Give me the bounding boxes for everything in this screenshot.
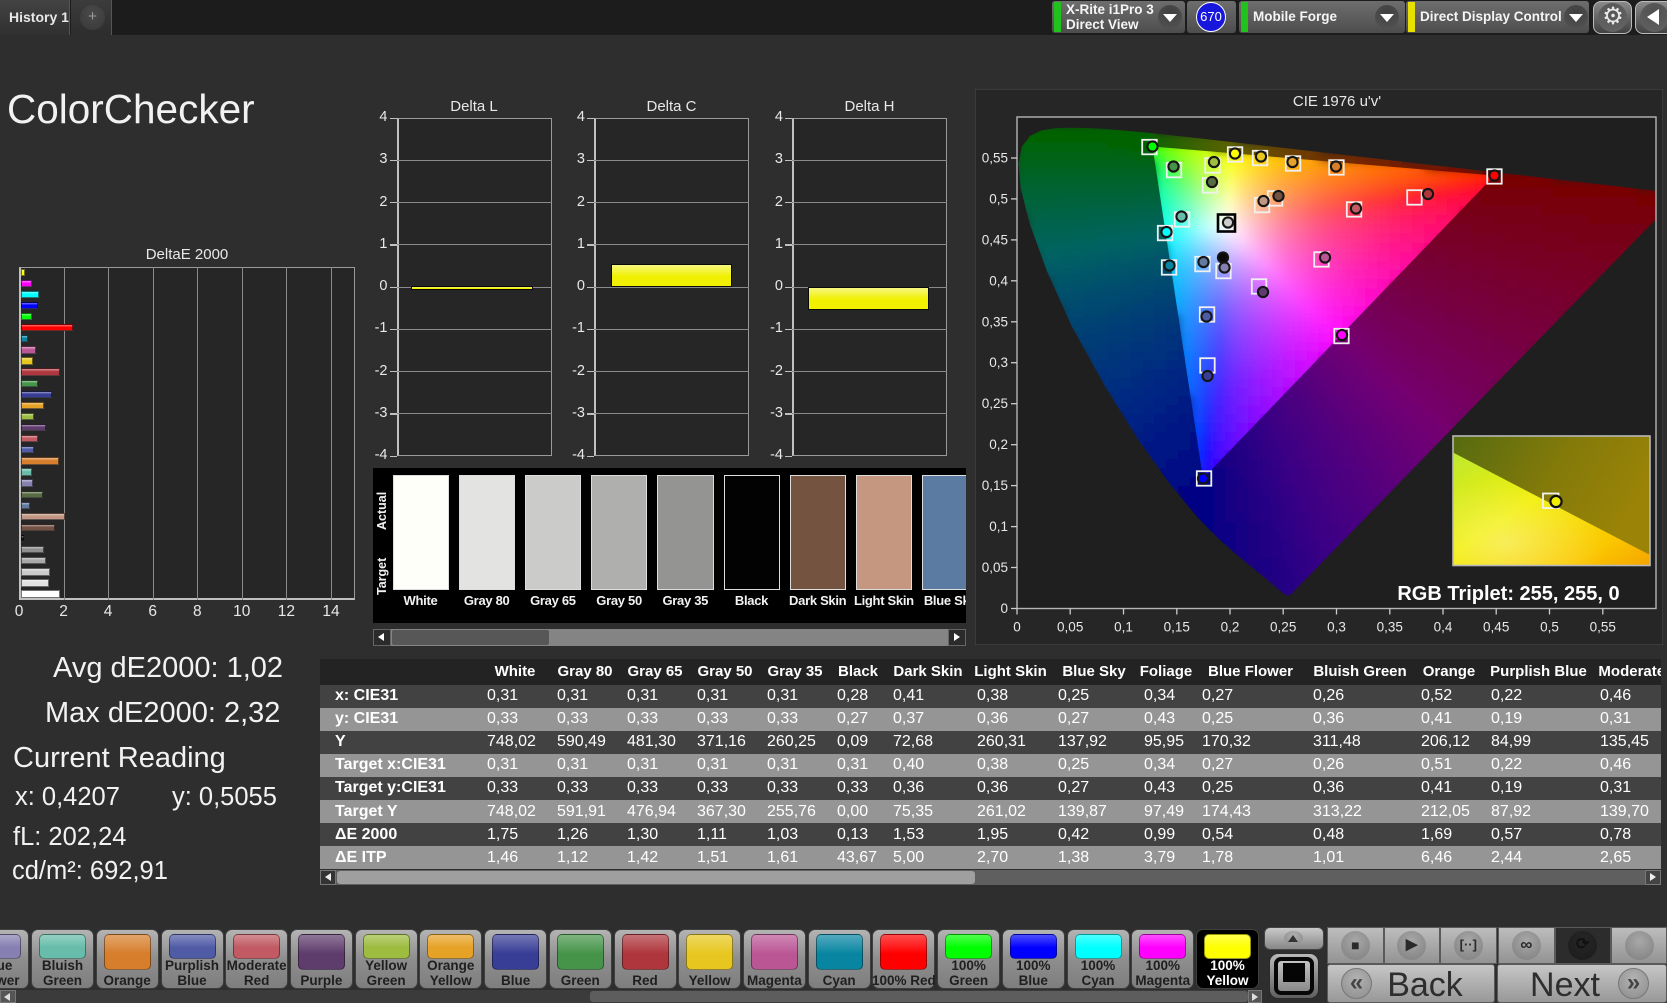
svg-text:0,3: 0,3: [1327, 620, 1346, 635]
svg-text:0,1: 0,1: [1114, 620, 1133, 635]
svg-text:0,55: 0,55: [1589, 620, 1615, 635]
svg-text:0,5: 0,5: [989, 191, 1008, 206]
svg-text:0,15: 0,15: [981, 478, 1007, 493]
svg-text:0,1: 0,1: [989, 519, 1008, 534]
svg-text:0,35: 0,35: [1376, 620, 1402, 635]
svg-text:0,35: 0,35: [981, 314, 1007, 329]
svg-text:0,05: 0,05: [981, 560, 1007, 575]
svg-text:0: 0: [1013, 620, 1021, 635]
svg-text:0,55: 0,55: [981, 151, 1007, 166]
svg-text:0,45: 0,45: [981, 232, 1007, 247]
svg-text:0,2: 0,2: [1220, 620, 1239, 635]
svg-text:0,3: 0,3: [989, 355, 1008, 370]
svg-text:RGB Triplet: 255, 255, 0: RGB Triplet: 255, 255, 0: [1397, 583, 1619, 605]
svg-text:0,4: 0,4: [1433, 620, 1452, 635]
svg-text:0,05: 0,05: [1057, 620, 1083, 635]
svg-text:0,25: 0,25: [981, 396, 1007, 411]
svg-text:0,5: 0,5: [1540, 620, 1559, 635]
svg-text:0,45: 0,45: [1483, 620, 1509, 635]
svg-text:0,25: 0,25: [1270, 620, 1296, 635]
svg-text:0,2: 0,2: [989, 437, 1008, 452]
svg-text:0,4: 0,4: [989, 273, 1008, 288]
svg-text:CIE 1976 u'v': CIE 1976 u'v': [1292, 93, 1380, 110]
svg-text:0,15: 0,15: [1163, 620, 1189, 635]
svg-text:0: 0: [1000, 601, 1008, 616]
